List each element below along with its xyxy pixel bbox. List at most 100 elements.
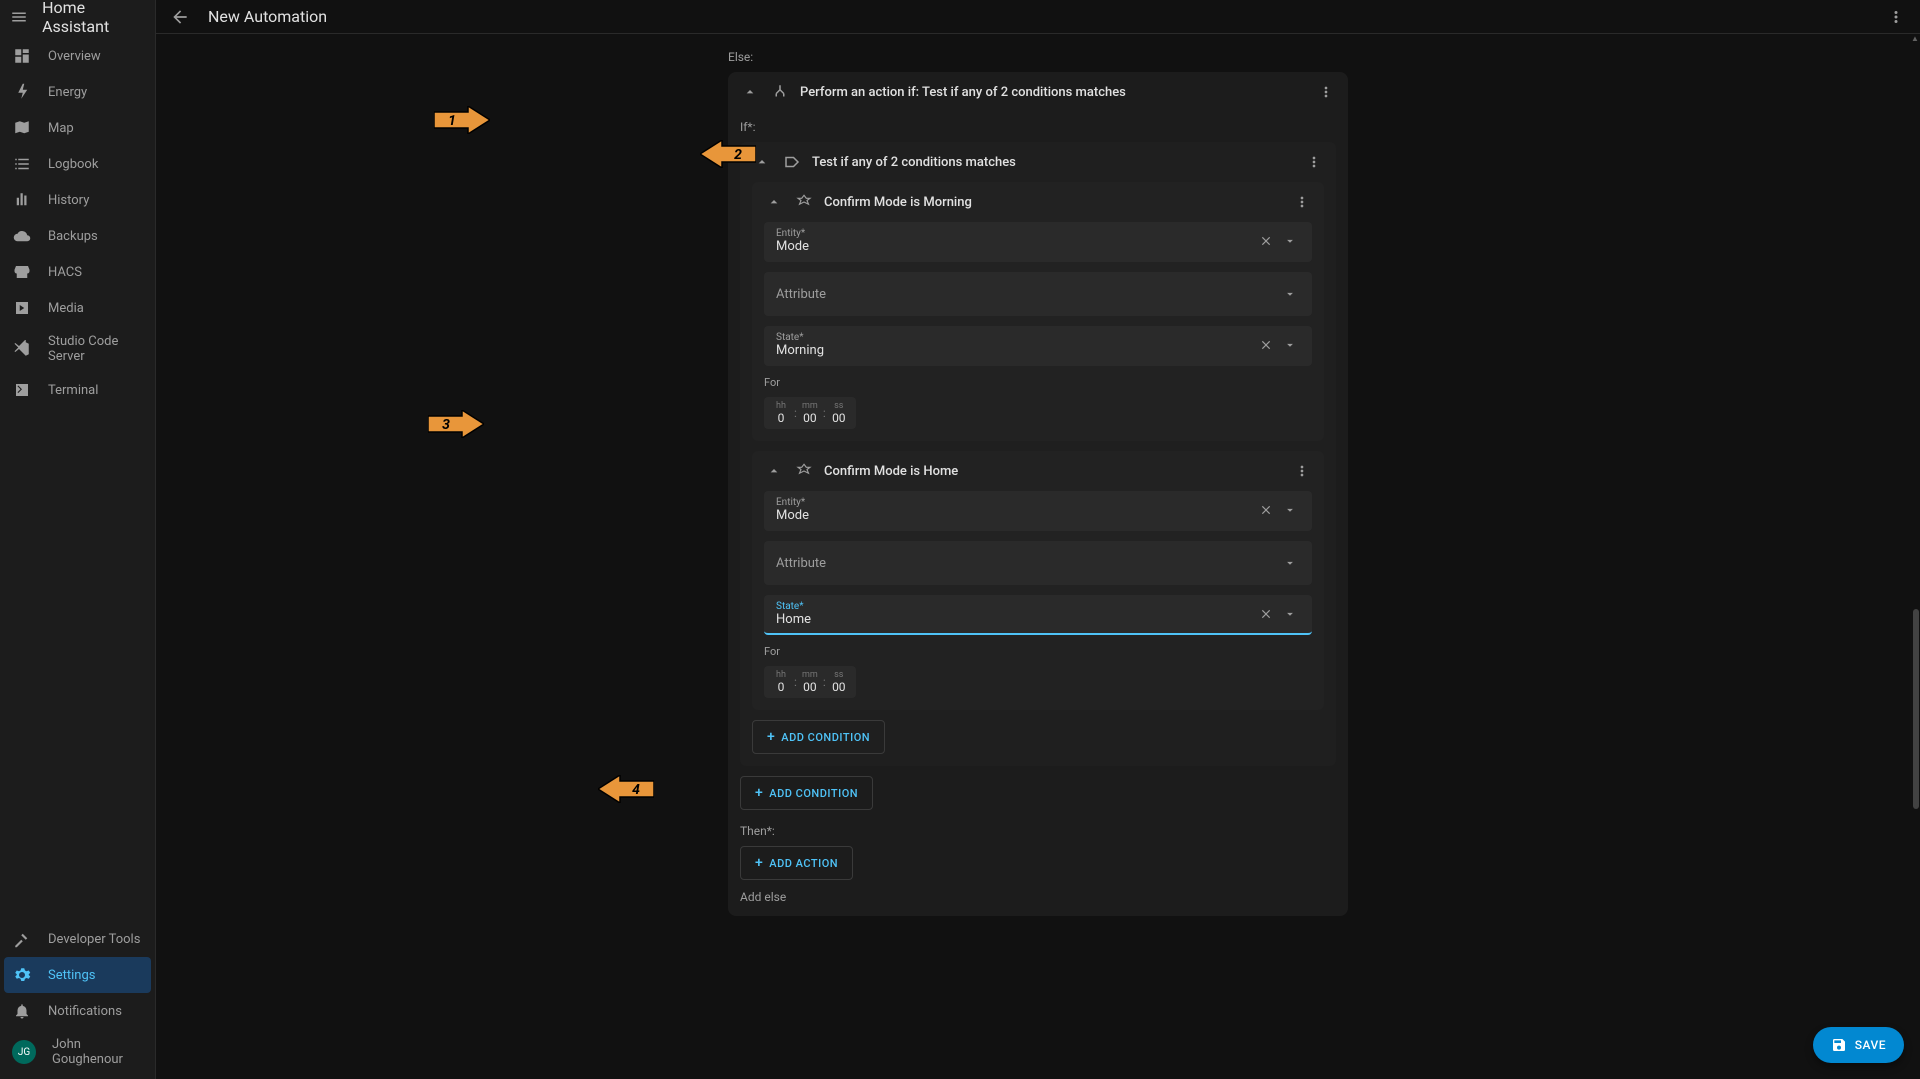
mm-input[interactable] <box>801 680 819 694</box>
scrollbar-thumb[interactable] <box>1913 609 1919 809</box>
dots-vertical-icon <box>1294 194 1310 210</box>
sidebar-item-logbook[interactable]: Logbook <box>4 146 151 182</box>
clear-button[interactable] <box>1256 231 1276 251</box>
condition-morning-header[interactable]: Confirm Mode is Morning <box>752 182 1324 222</box>
mm-input[interactable] <box>801 411 819 425</box>
add-condition-outer-button[interactable]: + ADD CONDITION <box>740 776 873 810</box>
add-condition-label: ADD CONDITION <box>769 787 858 800</box>
back-button[interactable] <box>168 5 192 29</box>
entity-input[interactable] <box>776 508 1256 523</box>
attribute-field[interactable] <box>764 541 1312 585</box>
content-scroll[interactable]: Else: Perform an action if: Test if any … <box>156 34 1920 1079</box>
chevron-down-icon <box>1283 338 1297 352</box>
clear-button[interactable] <box>1256 500 1276 520</box>
state-field[interactable]: State* <box>764 595 1312 635</box>
entity-field[interactable]: Entity* <box>764 222 1312 262</box>
attribute-input[interactable] <box>776 556 1280 571</box>
sidebar-item-map[interactable]: Map <box>4 110 151 146</box>
action-menu-button[interactable] <box>1316 82 1336 102</box>
collapse-button[interactable] <box>740 82 760 102</box>
sidebar-item-notifications[interactable]: Notifications <box>4 993 151 1029</box>
hh-input[interactable] <box>772 411 790 425</box>
condition-menu-button[interactable] <box>1292 461 1312 481</box>
sidebar-item-terminal[interactable]: Terminal <box>4 372 151 408</box>
plus-icon: + <box>755 785 763 801</box>
condition-menu-button[interactable] <box>1292 192 1312 212</box>
collapse-button[interactable] <box>764 461 784 481</box>
chart-icon <box>12 190 32 210</box>
condition-morning-body: Entity* <box>752 222 1324 441</box>
hh-input[interactable] <box>772 680 790 694</box>
clear-button[interactable] <box>1256 335 1276 355</box>
attribute-field[interactable] <box>764 272 1312 316</box>
dropdown-button[interactable] <box>1280 231 1300 251</box>
sidebar-item-label: Developer Tools <box>48 932 140 947</box>
entity-field[interactable]: Entity* <box>764 491 1312 531</box>
dropdown-button[interactable] <box>1280 500 1300 520</box>
sidebar-item-label: Logbook <box>48 157 98 172</box>
clear-button[interactable] <box>1256 604 1276 624</box>
sidebar-item-hacs[interactable]: HACS <box>4 254 151 290</box>
dropdown-button[interactable] <box>1280 335 1300 355</box>
sidebar-item-user[interactable]: JG John Goughenour <box>4 1029 151 1075</box>
play-box-icon <box>12 298 32 318</box>
sidebar-item-label: Media <box>48 301 84 316</box>
map-icon <box>12 118 32 138</box>
gear-icon <box>12 965 32 985</box>
scrollbar[interactable]: ▲ <box>1912 34 1920 1079</box>
dropdown-button[interactable] <box>1280 284 1300 304</box>
page-title: New Automation <box>208 7 1868 26</box>
sidebar-item-energy[interactable]: Energy <box>4 74 151 110</box>
sidebar-item-backups[interactable]: Backups <box>4 218 151 254</box>
sidebar-item-label: History <box>48 193 89 208</box>
dropdown-button[interactable] <box>1280 604 1300 624</box>
store-icon <box>12 262 32 282</box>
collapse-button[interactable] <box>752 152 772 172</box>
collapse-button[interactable] <box>764 192 784 212</box>
ss-input[interactable] <box>830 680 848 694</box>
then-label: Then*: <box>740 824 1336 838</box>
sidebar-bottom: Developer Tools Settings Notifications J… <box>0 917 155 1079</box>
or-icon <box>782 152 802 172</box>
sidebar-item-media[interactable]: Media <box>4 290 151 326</box>
sidebar-item-label: Settings <box>48 968 95 983</box>
topbar: New Automation <box>156 0 1920 34</box>
condition-home-header[interactable]: Confirm Mode is Home <box>752 451 1324 491</box>
close-icon <box>1259 607 1273 621</box>
add-action-button[interactable]: + ADD ACTION <box>740 846 853 880</box>
entity-input[interactable] <box>776 239 1256 254</box>
action-card-header[interactable]: Perform an action if: Test if any of 2 c… <box>728 72 1348 112</box>
ss-unit: ss <box>834 670 843 680</box>
attribute-input[interactable] <box>776 287 1280 302</box>
state-field[interactable]: State* <box>764 326 1312 366</box>
sidebar-item-studio-code[interactable]: Studio Code Server <box>4 326 151 372</box>
hh-unit: hh <box>776 401 786 411</box>
test-condition-header[interactable]: Test if any of 2 conditions matches <box>740 142 1336 182</box>
menu-toggle-button[interactable] <box>8 5 30 29</box>
add-else-button[interactable]: Add else <box>740 890 1336 904</box>
condition-title: Confirm Mode is Morning <box>824 195 1282 210</box>
test-condition-menu[interactable] <box>1304 152 1324 172</box>
add-condition-inner-button[interactable]: + ADD CONDITION <box>752 720 885 754</box>
state-input[interactable] <box>776 612 1256 627</box>
dropdown-button[interactable] <box>1280 553 1300 573</box>
if-label: If*: <box>740 120 1336 134</box>
branch-icon <box>770 82 790 102</box>
sidebar-item-overview[interactable]: Overview <box>4 38 151 74</box>
hammer-icon <box>12 929 32 949</box>
save-button[interactable]: SAVE <box>1813 1027 1904 1063</box>
ss-input[interactable] <box>830 411 848 425</box>
sidebar-item-history[interactable]: History <box>4 182 151 218</box>
sidebar-item-devtools[interactable]: Developer Tools <box>4 921 151 957</box>
bell-icon <box>12 1001 32 1021</box>
else-label: Else: <box>728 50 1348 64</box>
entity-label: Entity* <box>776 497 1256 508</box>
topbar-menu-button[interactable] <box>1884 5 1908 29</box>
state-input[interactable] <box>776 343 1256 358</box>
mm-unit: mm <box>802 670 818 680</box>
user-avatar: JG <box>12 1040 36 1064</box>
list-icon <box>12 154 32 174</box>
close-icon <box>1259 234 1273 248</box>
sidebar-item-settings[interactable]: Settings <box>4 957 151 993</box>
chevron-up-icon <box>754 154 770 170</box>
